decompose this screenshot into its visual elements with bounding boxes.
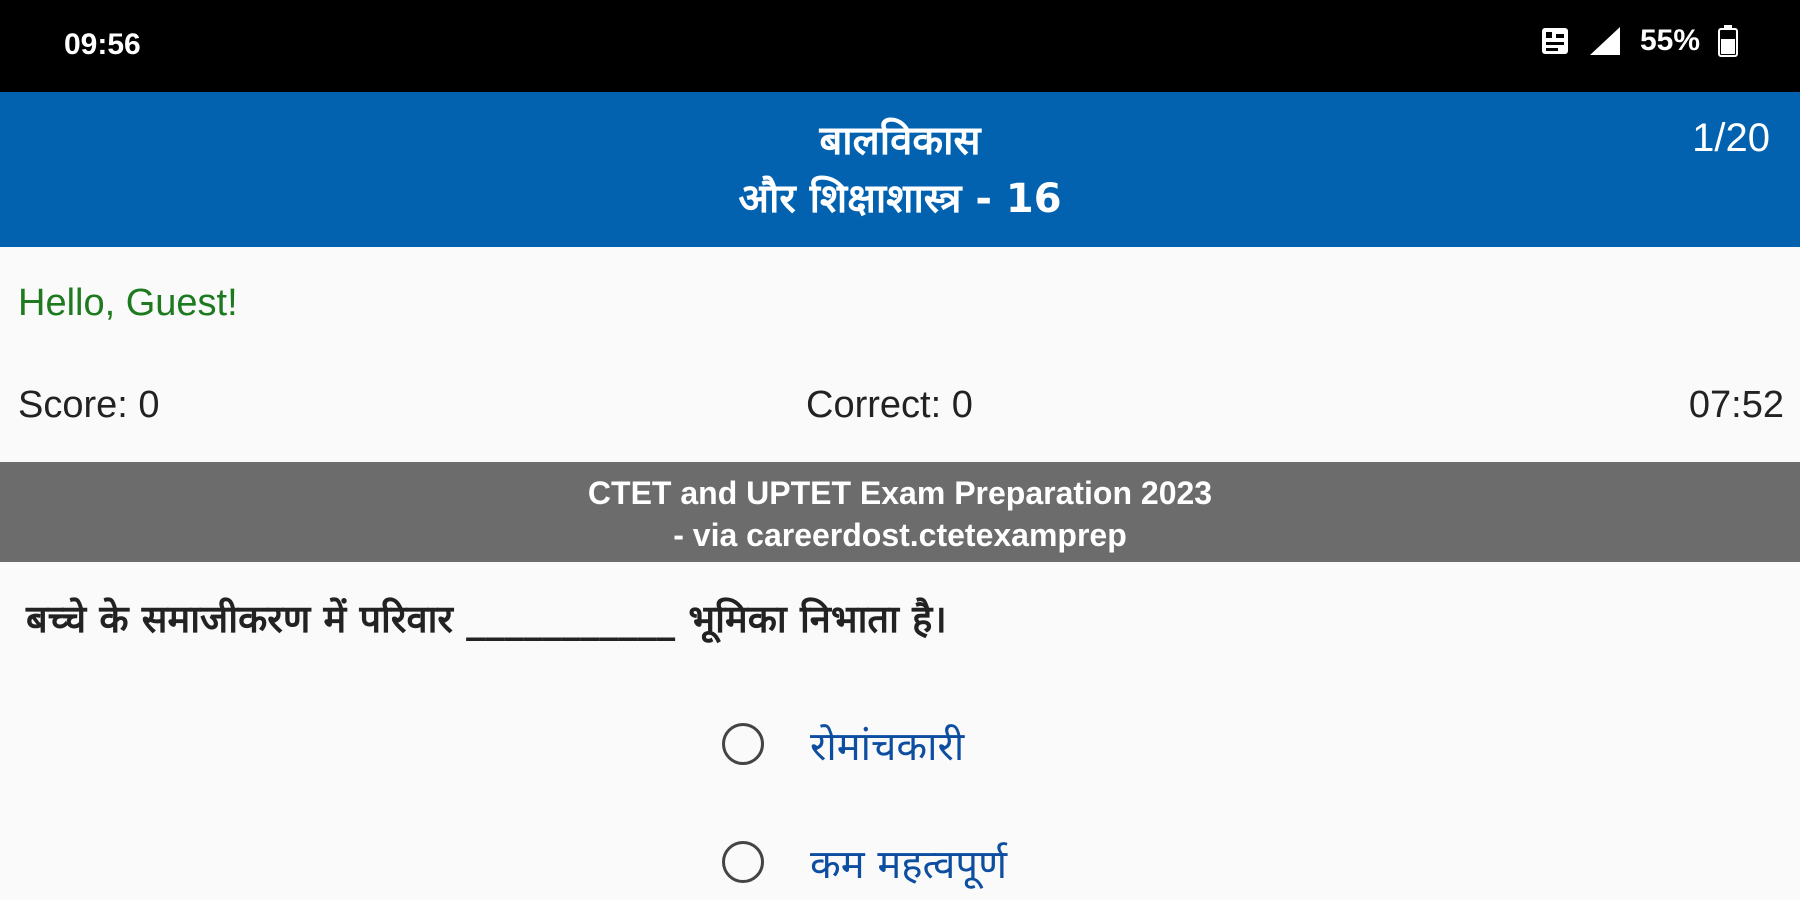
option-label[interactable]: रोमांचकारी (810, 717, 964, 772)
option-label[interactable]: कम महत्वपूर्ण (810, 835, 1007, 890)
signal-icon (1588, 25, 1622, 57)
question-text: बच्चे के समाजीकरण में परिवार ___________… (26, 597, 947, 641)
battery-icon (1718, 25, 1738, 57)
score-label: Score: 0 (18, 384, 160, 426)
promo-banner[interactable]: CTET and UPTET Exam Preparation 2023 - v… (0, 462, 1800, 562)
quiz-title-line2: और शिक्षाशास्त्र - 16 (738, 176, 1062, 222)
correct-label: Correct: 0 (806, 384, 973, 426)
vpn-key-icon (1540, 26, 1570, 56)
radio-button[interactable] (722, 723, 764, 765)
banner-title: CTET and UPTET Exam Preparation 2023 (587, 475, 1213, 511)
status-icons: 55% (1540, 24, 1738, 58)
app-header: बालविकास और शिक्षाशास्त्र - 16 1/20 (0, 92, 1800, 247)
battery-text: 55% (1639, 24, 1700, 57)
answer-option[interactable]: रोमांचकारी (722, 714, 964, 774)
quiz-title: बालविकास और शिक्षाशास्त्र - 16 (0, 112, 1800, 228)
status-bar: 09:56 55% (0, 0, 1800, 92)
radio-button[interactable] (722, 841, 764, 883)
timer-label: 07:52 (1688, 384, 1784, 426)
greeting-text: Hello, Guest! (18, 282, 238, 324)
banner-subtitle: - via careerdost.ctetexamprep (673, 517, 1127, 553)
stats-row: Score: 0 Correct: 0 07:52 (18, 384, 1784, 436)
quiz-title-line1: बालविकास (819, 118, 981, 164)
status-time: 09:56 (64, 28, 141, 61)
question-progress: 1/20 (1692, 116, 1770, 160)
answer-option[interactable]: कम महत्वपूर्ण (722, 832, 1007, 892)
